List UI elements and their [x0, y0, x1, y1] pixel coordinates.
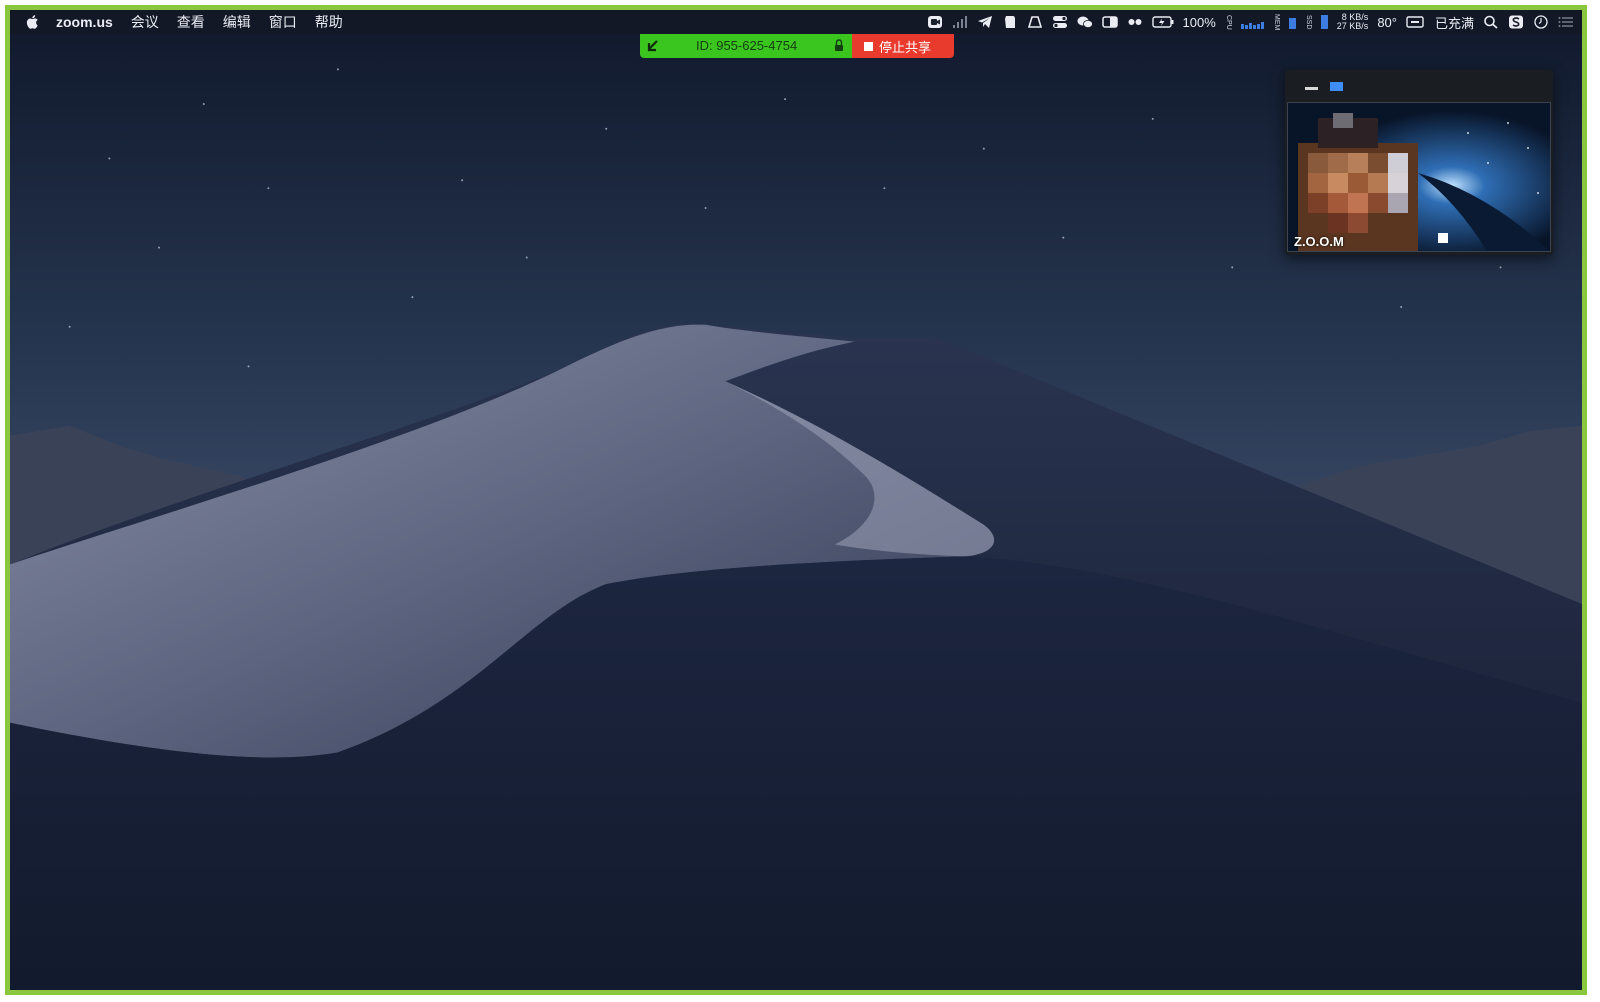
network-speed[interactable]: 8 KB/s 27 KB/s: [1337, 13, 1369, 31]
menu-view[interactable]: 查看: [177, 12, 205, 32]
stop-icon: [864, 41, 873, 51]
ssd-label: SSD: [1304, 14, 1312, 30]
video-window-titlebar[interactable]: [1285, 70, 1553, 100]
floating-video-window[interactable]: Z.O.O.M: [1285, 70, 1553, 255]
notification-center-icon[interactable]: [1558, 15, 1574, 29]
telegram-icon[interactable]: [977, 15, 993, 29]
minimize-video-button[interactable]: [1305, 87, 1318, 90]
cpu-icon[interactable]: [1240, 15, 1264, 29]
arrow-icon[interactable]: [646, 39, 660, 53]
power-status[interactable]: 已充满: [1435, 13, 1474, 32]
menu-app-name[interactable]: zoom.us: [56, 14, 113, 30]
lock-icon[interactable]: [834, 39, 844, 52]
dots-icon[interactable]: [1127, 15, 1143, 29]
wechat-icon[interactable]: [1077, 15, 1093, 29]
stop-share-label: 停止共享: [879, 39, 932, 55]
siri-icon[interactable]: [1508, 15, 1524, 29]
meeting-id: ID: 955-625-4754: [696, 38, 798, 53]
apple-icon[interactable]: [24, 13, 42, 31]
menu-help[interactable]: 帮助: [315, 12, 343, 32]
cpu-label: CPU: [1224, 14, 1232, 30]
battery-icon[interactable]: [1151, 15, 1174, 29]
menu-meeting[interactable]: 会议: [131, 12, 159, 32]
drive-icon[interactable]: [1027, 15, 1043, 29]
search-icon[interactable]: [1483, 15, 1499, 29]
status-menus: 100% CPU MEM SSD 8 KB/s 27 KB/s 80° 已充满: [927, 10, 1574, 34]
signal-icon[interactable]: [952, 15, 968, 29]
meeting-id-pill[interactable]: ID: 955-625-4754: [640, 34, 852, 58]
menu-bar: zoom.us 会议 查看 编辑 窗口 帮助 100% CPU MEM SSD: [10, 10, 1582, 34]
mem-bar[interactable]: [1288, 15, 1296, 29]
mem-label: MEM: [1272, 13, 1280, 31]
net-down: 27 KB/s: [1336, 21, 1369, 31]
battery-percent: 100%: [1182, 14, 1216, 30]
screen-share-bar: ID: 955-625-4754 停止共享: [640, 34, 954, 58]
participant-name: Z.O.O.M: [1294, 234, 1344, 249]
evernote-icon[interactable]: [1002, 15, 1018, 29]
window-icon[interactable]: [1101, 15, 1118, 29]
menu-window[interactable]: 窗口: [269, 12, 297, 32]
zoom-icon[interactable]: [927, 15, 943, 29]
toggle-icon[interactable]: [1052, 15, 1068, 29]
expand-video-button[interactable]: [1330, 82, 1343, 91]
temperature[interactable]: 80°: [1377, 15, 1397, 30]
desktop-screen: zoom.us 会议 查看 编辑 窗口 帮助 100% CPU MEM SSD: [5, 5, 1587, 995]
participant-video[interactable]: Z.O.O.M: [1287, 102, 1551, 252]
menu-edit[interactable]: 编辑: [223, 12, 251, 32]
power-adapter-icon[interactable]: [1406, 15, 1426, 29]
clock-icon[interactable]: [1533, 15, 1549, 29]
ssd-bar[interactable]: [1320, 15, 1328, 29]
stop-share-button[interactable]: 停止共享: [852, 34, 954, 58]
video-background: [1288, 103, 1550, 251]
